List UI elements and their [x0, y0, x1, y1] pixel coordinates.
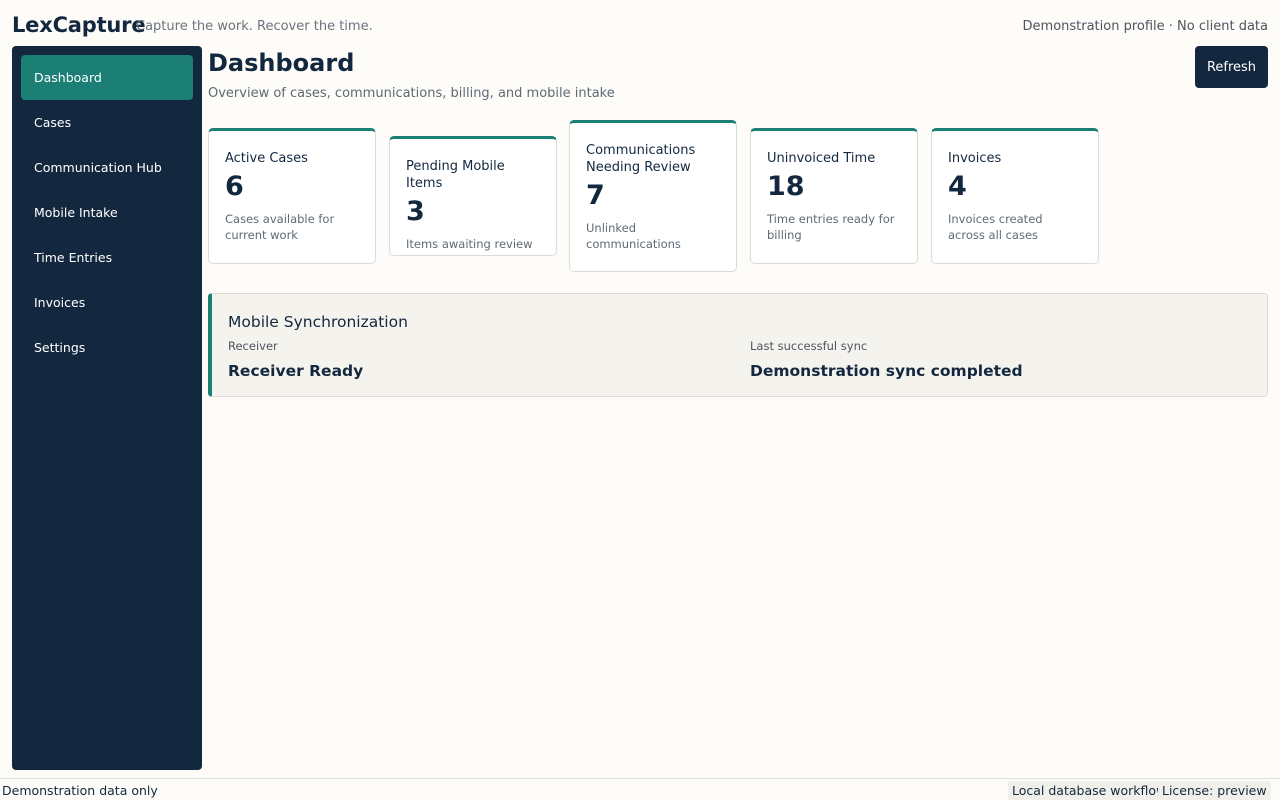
- app-header: LexCapture Capture the work. Recover the…: [0, 0, 1280, 46]
- stat-card-active-cases: Active Cases 6 Cases available for curre…: [208, 128, 376, 264]
- sync-panel-title: Mobile Synchronization: [228, 313, 408, 331]
- stat-card-value: 3: [406, 196, 425, 227]
- refresh-button[interactable]: Refresh: [1195, 46, 1268, 88]
- sidebar-item-time-entries[interactable]: Time Entries: [21, 235, 193, 280]
- sidebar-item-invoices[interactable]: Invoices: [21, 280, 193, 325]
- stat-card-value: 7: [586, 180, 605, 211]
- stat-card-title: Invoices: [948, 151, 1002, 166]
- receiver-label: Receiver: [228, 339, 278, 353]
- stat-card-title: Communications Needing Review: [586, 143, 696, 175]
- stat-card-description: Items awaiting review: [406, 237, 533, 251]
- sidebar-item-cases[interactable]: Cases: [21, 100, 193, 145]
- stat-card-communications-needing-review: Communications Needing Review 7 Unlinked…: [569, 120, 737, 272]
- stat-card-uninvoiced-time: Uninvoiced Time 18 Time entries ready fo…: [750, 128, 918, 264]
- stat-card-value: 6: [225, 171, 244, 202]
- status-demo-note: Demonstration data only: [2, 783, 158, 798]
- sidebar-item-settings[interactable]: Settings: [21, 325, 193, 370]
- stat-card-invoices: Invoices 4 Invoices created across all c…: [931, 128, 1099, 264]
- stat-card-value: 4: [948, 171, 967, 202]
- page-title: Dashboard: [208, 49, 355, 77]
- stat-card-title: Active Cases: [225, 151, 308, 166]
- sidebar: Dashboard Cases Communication Hub Mobile…: [12, 46, 202, 770]
- sidebar-item-communication-hub[interactable]: Communication Hub: [21, 145, 193, 190]
- stat-card-description: Invoices created across all cases: [948, 212, 1043, 242]
- stat-card-description: Cases available for current work: [225, 212, 335, 242]
- brand-logo: LexCapture: [12, 13, 146, 37]
- sidebar-item-dashboard[interactable]: Dashboard: [21, 55, 193, 100]
- stat-card-title: Pending Mobile Items: [406, 159, 505, 191]
- status-database-mode: Local database workflow: [1008, 781, 1171, 800]
- profile-note: Demonstration profile · No client data: [1022, 19, 1268, 34]
- sidebar-item-mobile-intake[interactable]: Mobile Intake: [21, 190, 193, 235]
- stat-card-value: 18: [767, 171, 805, 202]
- tagline: Capture the work. Recover the time.: [136, 19, 373, 34]
- receiver-status: Receiver Ready: [228, 362, 364, 380]
- status-license: License: preview: [1158, 781, 1271, 800]
- stat-card-pending-mobile-items: Pending Mobile Items 3 Items awaiting re…: [389, 136, 557, 256]
- last-sync-label: Last successful sync: [750, 339, 868, 353]
- stat-card-description: Time entries ready for billing: [767, 212, 895, 242]
- last-sync-status: Demonstration sync completed: [750, 362, 1023, 380]
- mobile-sync-panel: Mobile Synchronization Receiver Receiver…: [208, 293, 1268, 397]
- stat-card-description: Unlinked communications: [586, 221, 681, 251]
- page-subtitle: Overview of cases, communications, billi…: [208, 86, 615, 101]
- status-bar: Demonstration data only Local database w…: [0, 778, 1280, 800]
- stat-card-title: Uninvoiced Time: [767, 151, 876, 166]
